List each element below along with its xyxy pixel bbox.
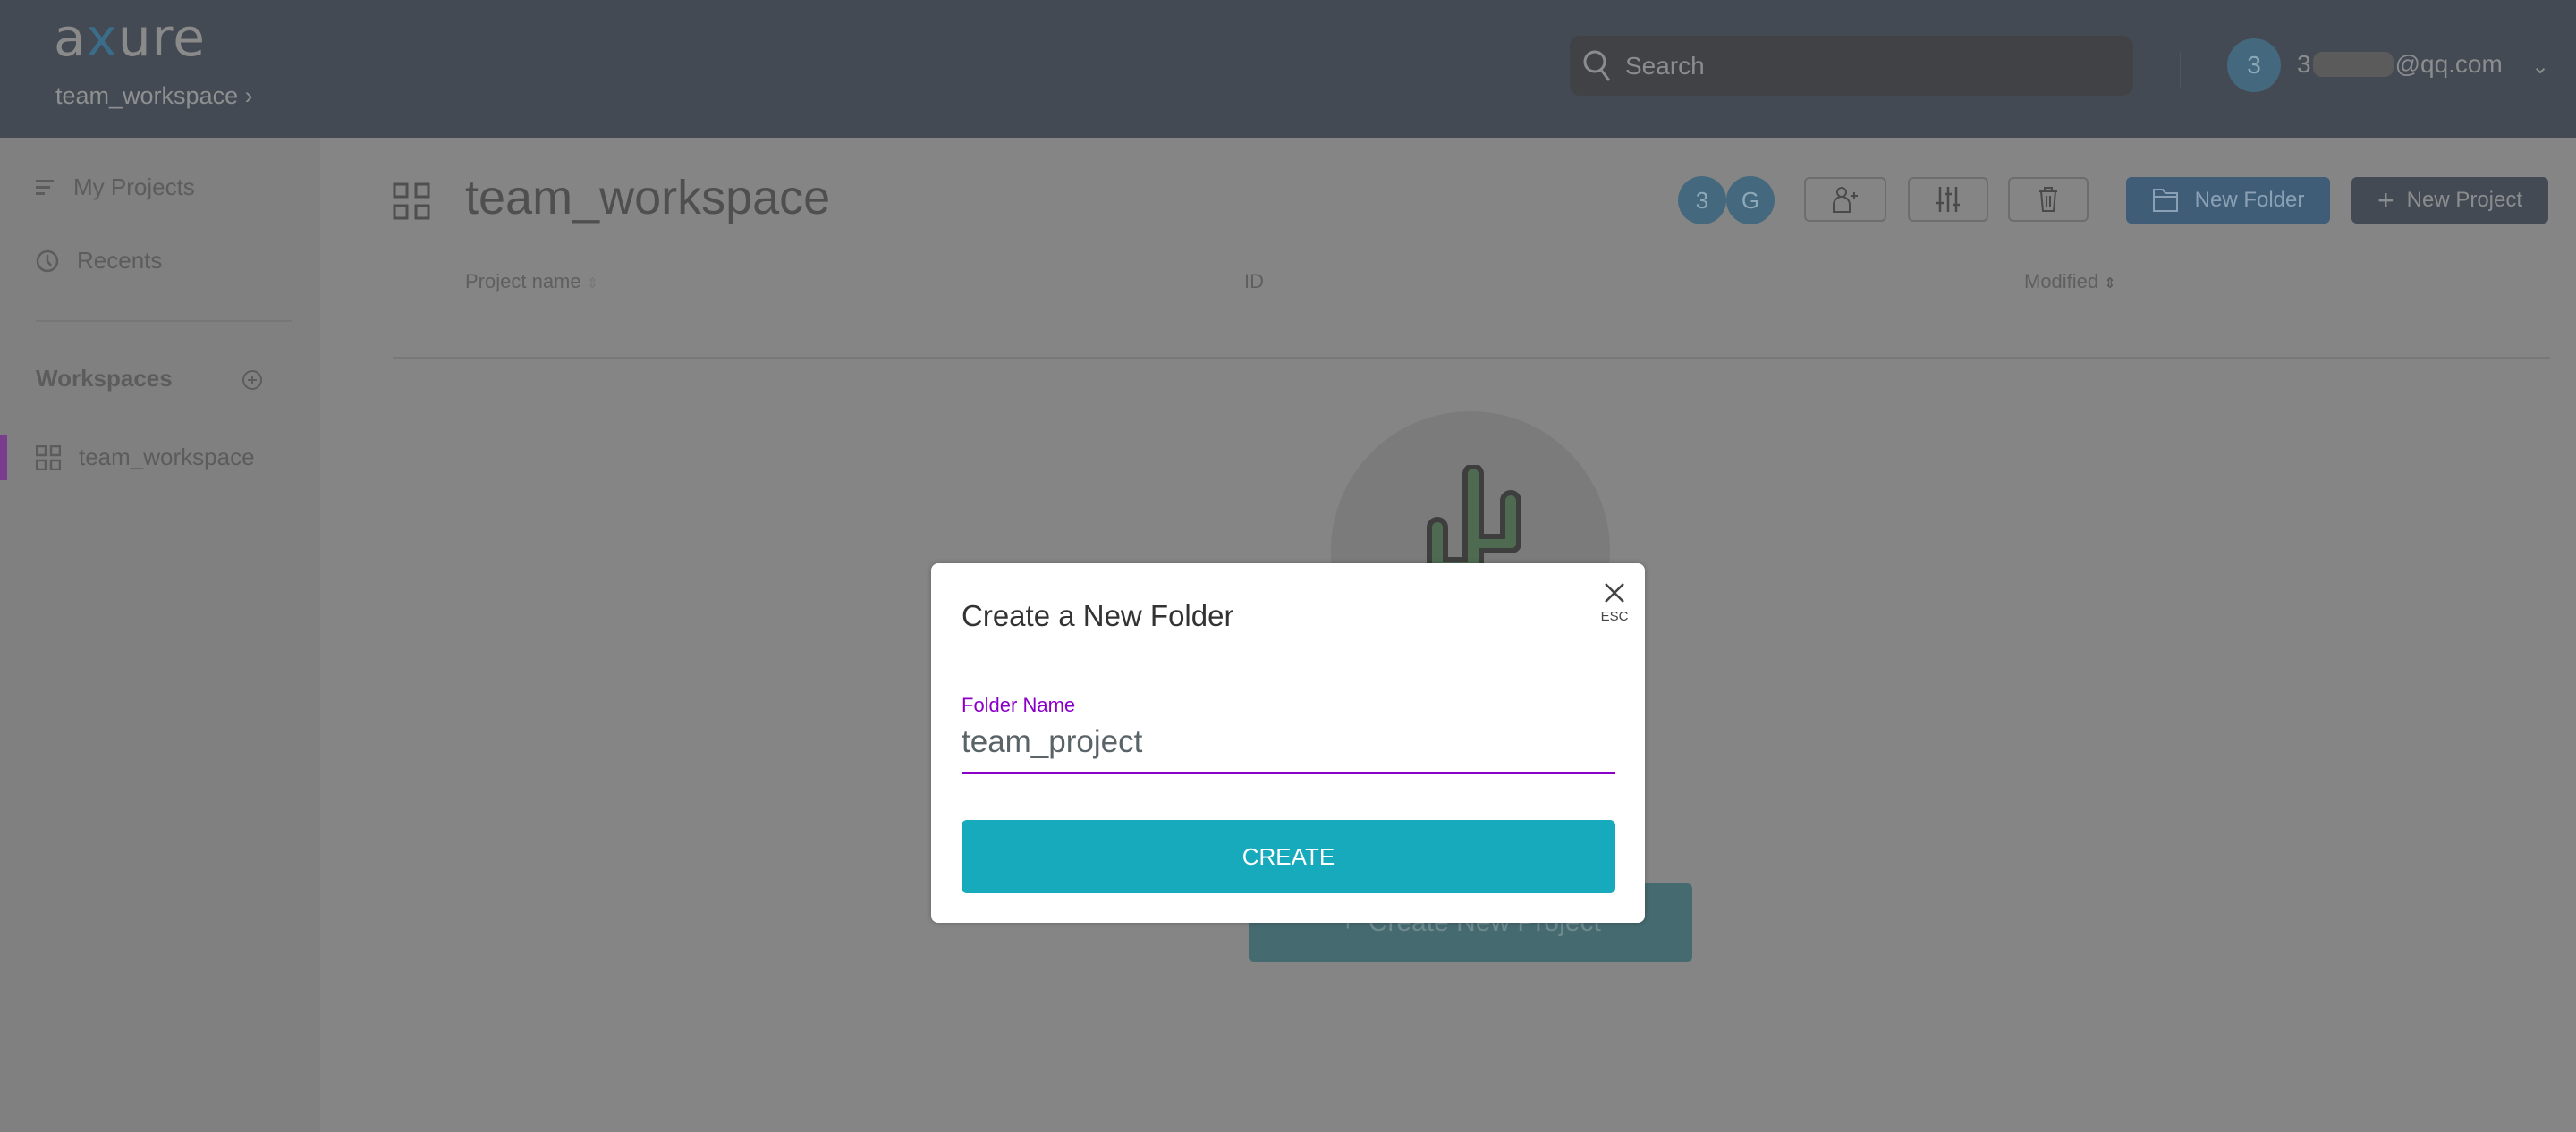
user-email[interactable]: 3 @qq.com [2297, 50, 2503, 79]
member-avatar[interactable]: G [1726, 176, 1775, 224]
create-button[interactable]: CREATE [962, 820, 1615, 893]
column-label: Project name [465, 270, 581, 292]
grid-icon [393, 182, 430, 220]
sidebar-item-label: My Projects [73, 173, 195, 200]
breadcrumb[interactable]: team_workspace › [55, 82, 253, 110]
new-project-button[interactable]: + New Project [2351, 177, 2548, 224]
button-label: New Folder [2194, 188, 2305, 212]
top-bar: axure team_workspace › Search 3 3 @qq.com… [0, 0, 2576, 138]
user-avatar[interactable]: 3 [2227, 38, 2281, 92]
trash-icon [2039, 187, 2057, 212]
dialog-title: Create a New Folder [962, 599, 1234, 632]
active-indicator [0, 435, 7, 480]
search-input[interactable]: Search [1570, 36, 2133, 96]
email-suffix: @qq.com [2394, 50, 2503, 78]
folder-name-input[interactable]: team_project [962, 724, 1615, 774]
divider [2180, 52, 2181, 88]
folder-icon [2152, 189, 2178, 212]
delete-button[interactable] [2008, 177, 2089, 222]
close-icon [1605, 583, 1624, 603]
column-header-modified[interactable]: Modified ⇕ [2024, 270, 2116, 293]
member-avatar[interactable]: 3 [1678, 176, 1726, 224]
column-header-project-name[interactable]: Project name ⇕ [465, 270, 598, 293]
sort-icon: ⇕ [586, 276, 599, 291]
search-placeholder: Search [1625, 51, 1705, 80]
sidebar-item-my-projects[interactable]: My Projects [36, 173, 195, 201]
clock-icon [36, 249, 59, 272]
email-prefix: 3 [2297, 50, 2311, 78]
esc-hint: ESC [1600, 609, 1629, 624]
sidebar-item-label: Recents [77, 247, 163, 274]
page-title: team_workspace [465, 171, 831, 224]
chevron-right-icon: › [244, 82, 253, 109]
settings-button[interactable] [1908, 177, 1988, 222]
sidebar: My Projects Recents Workspaces team_work… [0, 138, 320, 1132]
add-user-icon [1833, 187, 1858, 213]
sidebar-item-label: team_workspace [79, 444, 255, 470]
sliders-icon [1936, 187, 1960, 212]
add-user-button[interactable] [1804, 177, 1886, 222]
grid-icon [36, 444, 61, 470]
divider [393, 357, 2550, 359]
plus-icon: + [2377, 183, 2394, 216]
divider [36, 320, 292, 322]
workspaces-heading: Workspaces [36, 365, 173, 392]
button-label: New Project [2406, 188, 2523, 212]
folder-name-label: Folder Name [962, 694, 1076, 716]
column-label: Modified [2024, 270, 2099, 292]
breadcrumb-label: team_workspace [55, 82, 239, 109]
add-workspace-icon[interactable] [242, 369, 263, 391]
redacted-block [2312, 52, 2394, 77]
axure-logo[interactable]: axure [54, 7, 206, 68]
sidebar-item-recents[interactable]: Recents [36, 247, 162, 275]
column-header-id[interactable]: ID [1244, 270, 1264, 293]
create-folder-dialog: Create a New Folder ESC Folder Name team… [931, 563, 1645, 923]
close-button[interactable]: ESC [1597, 581, 1632, 624]
chevron-down-icon[interactable]: ⌄ [2531, 54, 2549, 80]
search-icon [1583, 50, 1611, 81]
new-folder-button[interactable]: New Folder [2126, 177, 2330, 224]
sidebar-item-team-workspace[interactable]: team_workspace [36, 444, 255, 471]
sort-icon: ⇕ [2104, 276, 2116, 291]
list-icon [36, 179, 54, 195]
